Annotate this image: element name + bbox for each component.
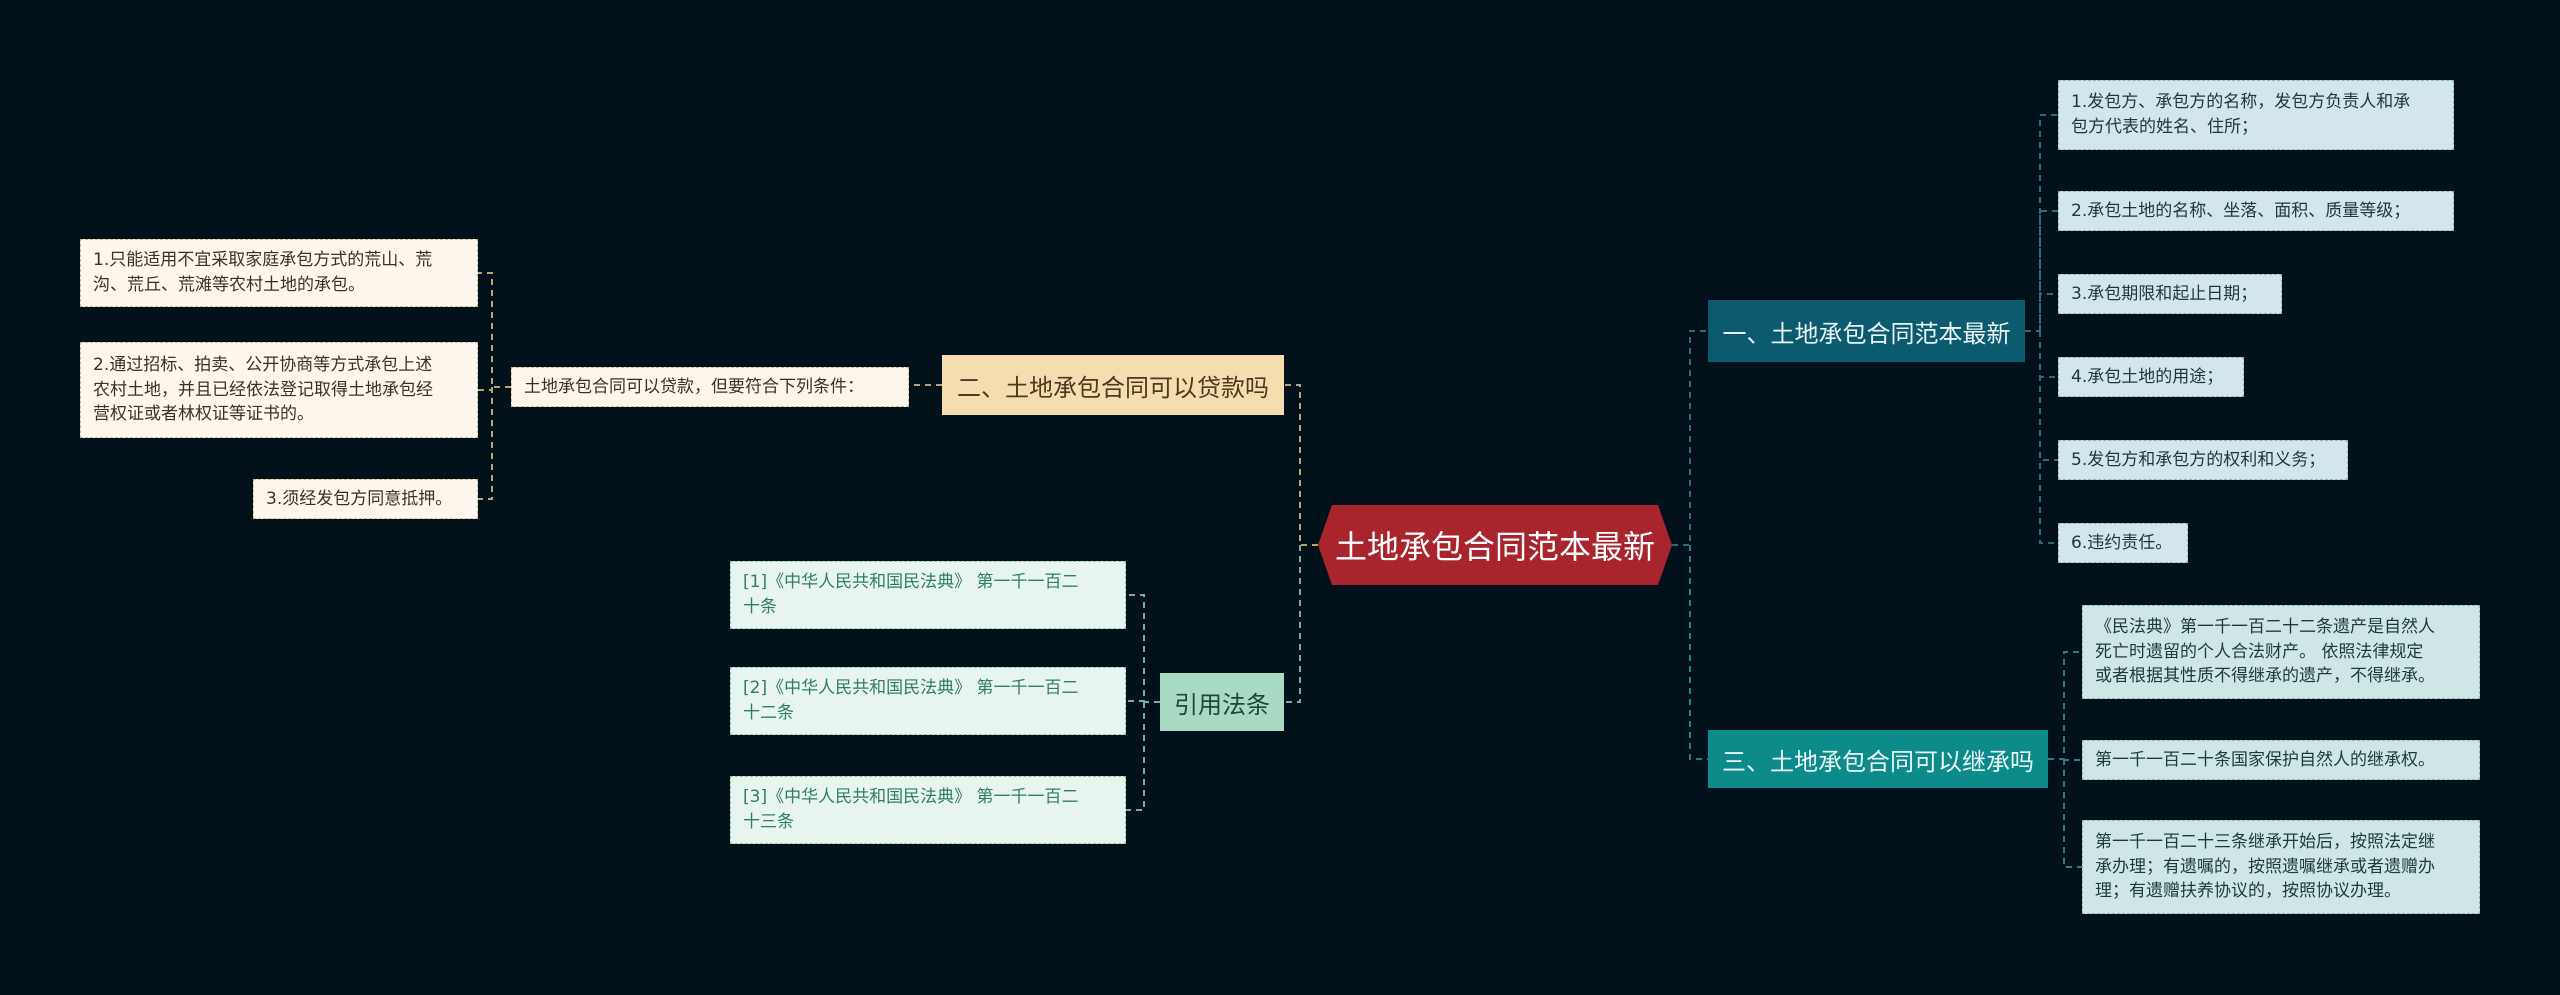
link-branch1-leaf [2039,293,2058,331]
citation-text: [3]《中华人民共和国民法典》 第一千一百二 十三条 [743,787,1079,832]
leaf-node[interactable]: 3.须经发包方同意抵押。 [253,479,478,519]
leaf-node[interactable]: 6.违约责任。 [2058,523,2188,563]
leaf-text: 3.须经发包方同意抵押。 [266,488,453,509]
citation-text: [1]《中华人民共和国民法典》 第一千一百二 十条 [743,572,1079,617]
link-branch1-leaf [2039,331,2058,461]
leaf-text: 6.违约责任。 [2071,532,2173,553]
leaf-text: 2.承包土地的名称、坐落、面积、质量等级； [2071,200,2411,221]
leaf-text: 1.只能适用不宜采取家庭承包方式的荒山、荒 沟、荒丘、荒滩等农村土地的承包。 [93,250,433,295]
leaf-node[interactable]: 1.只能适用不宜采取家庭承包方式的荒山、荒 沟、荒丘、荒滩等农村土地的承包。 [80,239,478,307]
citation-text: [2]《中华人民共和国民法典》 第一千一百二 十二条 [743,678,1079,723]
branch-label: 引用法条 [1174,690,1270,719]
leaf-node[interactable]: 第一千一百二十三条继承开始后，按照法定继 承办理；有遗嘱的，按照遗嘱继承或者遗赠… [2082,820,2480,914]
leaf-node[interactable]: 第一千一百二十条国家保护自然人的继承权。 [2082,740,2480,780]
leaf-text: 3.承包期限和起止日期； [2071,283,2258,304]
link-branch3-leaf [2048,651,2082,760]
leaf-node[interactable]: 4.承包土地的用途； [2058,357,2244,397]
leaf-text: 第一千一百二十三条继承开始后，按照法定继 承办理；有遗嘱的，按照遗嘱继承或者遗赠… [2095,832,2435,902]
link-branch4-citation [1126,702,1145,811]
leaf-text: 1.发包方、承包方的名称，发包方负责人和承 包方代表的姓名、住所； [2071,92,2411,137]
root-label: 土地承包合同范本最新 [1334,528,1655,566]
leaf-text: 第一千一百二十条国家保护自然人的继承权。 [2095,749,2435,770]
link-branch1-leaf [2039,331,2058,544]
branch-label: 三、土地承包合同可以继承吗 [1722,747,2034,776]
leaf-node[interactable]: 2.通过招标、拍卖、公开协商等方式承包上述 农村土地，并且已经依法登记取得土地承… [80,342,478,438]
branch-node-inheritance[interactable]: 三、土地承包合同可以继承吗 [1708,730,2048,788]
link-root-branch1 [1672,330,1708,546]
link-root-branch3 [1689,545,1708,760]
citation-item[interactable]: [2]《中华人民共和国民法典》 第一千一百二 十二条 [730,667,1126,735]
link-branch3-leaf [2063,759,2082,868]
link-root-branch2 [1284,384,1318,546]
link-branch3-leaf [2063,759,2082,761]
branch-label: 一、土地承包合同范本最新 [1722,319,2011,348]
leaf-node[interactable]: 2.承包土地的名称、坐落、面积、质量等级； [2058,191,2454,231]
leaf-text: 4.承包土地的用途； [2071,366,2224,387]
citation-item[interactable]: [1]《中华人民共和国民法典》 第一千一百二 十条 [730,561,1126,629]
condition-text: 土地承包合同可以贷款，但要符合下列条件： [524,376,864,397]
root-node[interactable]: 土地承包合同范本最新 [1318,505,1672,585]
leaf-node[interactable]: 1.发包方、承包方的名称，发包方负责人和承 包方代表的姓名、住所； [2058,80,2454,150]
link-branch4-citation [1126,700,1145,702]
branch-label: 二、土地承包合同可以贷款吗 [957,373,1269,402]
link-branch4-citation [1126,594,1160,703]
leaf-text: 5.发包方和承包方的权利和义务； [2071,449,2326,470]
branch-node-contract-template[interactable]: 一、土地承包合同范本最新 [1708,300,2025,362]
link-condition-leaf [478,272,511,388]
link-branch1-leaf [2039,331,2058,378]
citation-item[interactable]: [3]《中华人民共和国民法典》 第一千一百二 十三条 [730,776,1126,844]
link-branch1-leaf [2039,210,2058,331]
branch-node-citations[interactable]: 引用法条 [1160,673,1284,731]
link-condition-leaf [478,387,493,500]
leaf-text: 2.通过招标、拍卖、公开协商等方式承包上述 农村土地，并且已经依法登记取得土地承… [93,355,433,425]
mind-map-canvas: 土地承包合同范本最新 一、土地承包合同范本最新 1.发包方、承包方的名称，发包方… [0,0,2560,995]
link-condition-leaf [478,387,493,391]
leaf-node[interactable]: 5.发包方和承包方的权利和义务； [2058,440,2348,480]
leaf-node[interactable]: 3.承包期限和起止日期； [2058,274,2282,314]
leaf-node[interactable]: 《民法典》第一千一百二十二条遗产是自然人 死亡时遗留的个人合法财产。 依照法律规… [2082,605,2480,699]
branch-node-loan[interactable]: 二、土地承包合同可以贷款吗 [942,355,1284,415]
leaf-text: 《民法典》第一千一百二十二条遗产是自然人 死亡时遗留的个人合法财产。 依照法律规… [2095,617,2435,687]
link-branch1-leaf [2025,114,2058,332]
condition-node[interactable]: 土地承包合同可以贷款，但要符合下列条件： [511,367,909,407]
link-root-branch4 [1284,545,1301,703]
